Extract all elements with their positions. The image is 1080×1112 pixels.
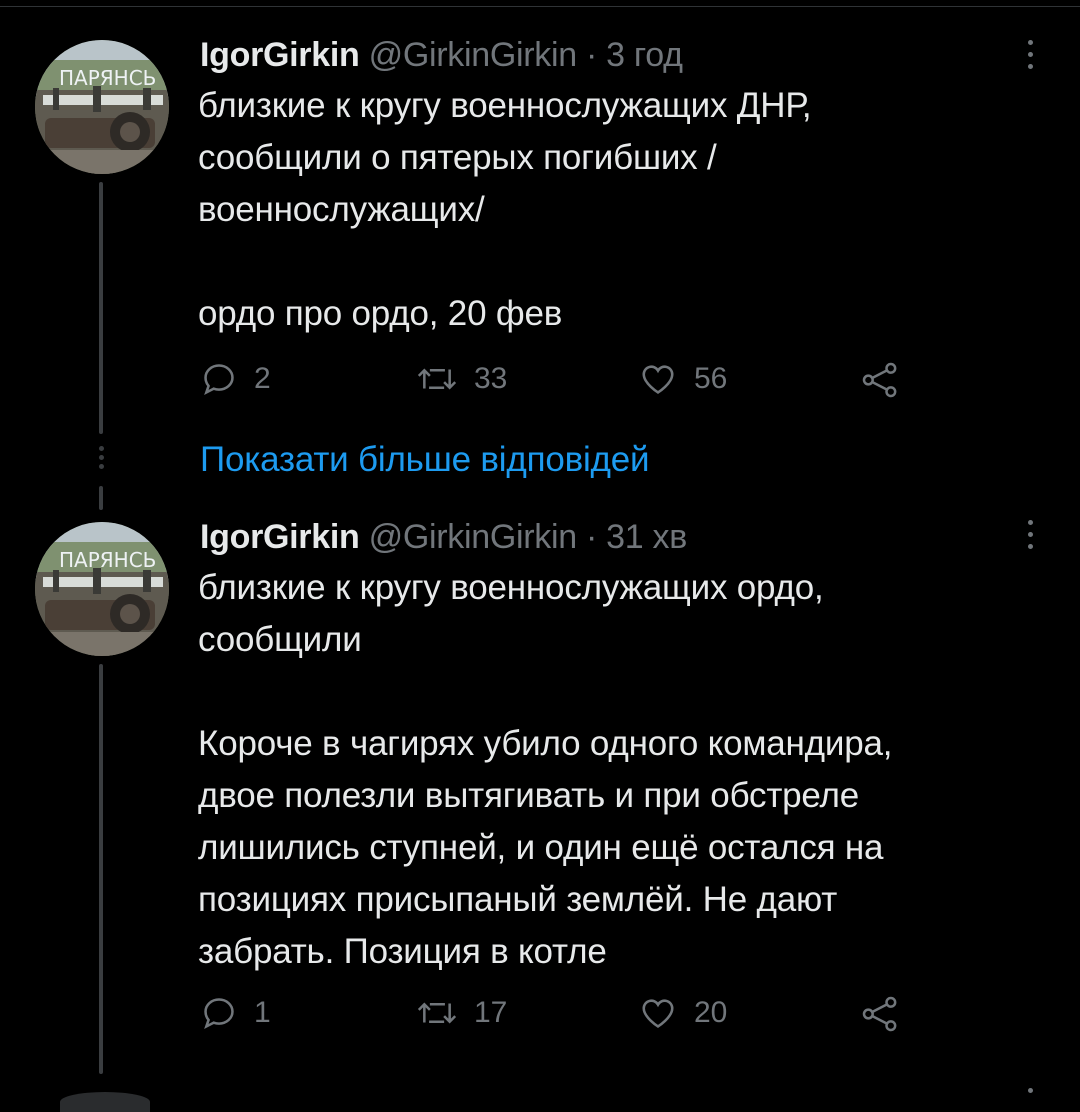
tweet-text: близкие к кругу военнослужащих ордо, соо… <box>198 568 893 971</box>
reply-icon <box>204 364 234 396</box>
author-handle-time[interactable]: @GirkinGirkin · 3 год <box>369 36 683 74</box>
more-icon[interactable] <box>1024 520 1036 549</box>
tweet-actions: 2 33 56 <box>198 360 918 404</box>
retweet-button[interactable]: 17 <box>416 994 507 1032</box>
like-count: 56 <box>694 362 728 395</box>
retweet-count: 33 <box>474 362 508 395</box>
retweet-count: 17 <box>474 996 508 1029</box>
tweet-header: IgorGirkin @GirkinGirkin · 3 год <box>200 36 683 75</box>
reply-count: 1 <box>254 996 271 1029</box>
share-button[interactable] <box>860 360 900 400</box>
like-icon <box>642 999 674 1028</box>
author-name[interactable]: IgorGirkin <box>200 518 360 556</box>
more-icon[interactable] <box>1024 1088 1036 1093</box>
more-icon[interactable] <box>1024 40 1036 69</box>
reply-count: 2 <box>254 362 271 395</box>
share-icon <box>862 996 897 1032</box>
avatar[interactable]: ПАРЯНСЬ <box>35 40 169 174</box>
author-handle-time[interactable]: @GirkinGirkin · 31 хв <box>369 518 688 556</box>
reply-button[interactable]: 2 <box>200 360 271 398</box>
like-button[interactable]: 20 <box>638 994 727 1032</box>
thread-line <box>99 182 103 434</box>
avatar-image: ПАРЯНСЬ <box>35 522 169 656</box>
thread-line <box>99 486 103 510</box>
like-icon <box>642 365 674 394</box>
like-count: 20 <box>694 996 728 1029</box>
svg-text:ПАРЯНСЬ: ПАРЯНСЬ <box>59 548 156 572</box>
svg-text:ПАРЯНСЬ: ПАРЯНСЬ <box>59 66 156 90</box>
avatar[interactable]: ПАРЯНСЬ <box>35 522 169 656</box>
tweet-actions: 1 17 20 <box>198 994 918 1038</box>
tweet-text: близкие к кругу военнослужащих ДНР, сооб… <box>198 86 812 333</box>
author-name[interactable]: IgorGirkin <box>200 36 360 74</box>
show-more-replies-link[interactable]: Показати більше відповідей <box>200 440 650 480</box>
like-button[interactable]: 56 <box>638 360 727 398</box>
reply-icon <box>204 998 234 1030</box>
avatar-image: ПАРЯНСЬ <box>35 40 169 174</box>
share-icon <box>862 362 897 398</box>
top-divider <box>0 6 1080 7</box>
retweet-icon <box>417 1002 457 1024</box>
retweet-button[interactable]: 33 <box>416 360 507 398</box>
reply-button[interactable]: 1 <box>200 994 271 1032</box>
thread-line <box>99 664 103 1074</box>
tweet-header: IgorGirkin @GirkinGirkin · 31 хв <box>200 518 687 557</box>
share-button[interactable] <box>860 994 900 1034</box>
thread-dots <box>98 446 104 469</box>
next-tweet-peek[interactable] <box>60 1092 150 1112</box>
retweet-icon <box>417 368 457 390</box>
